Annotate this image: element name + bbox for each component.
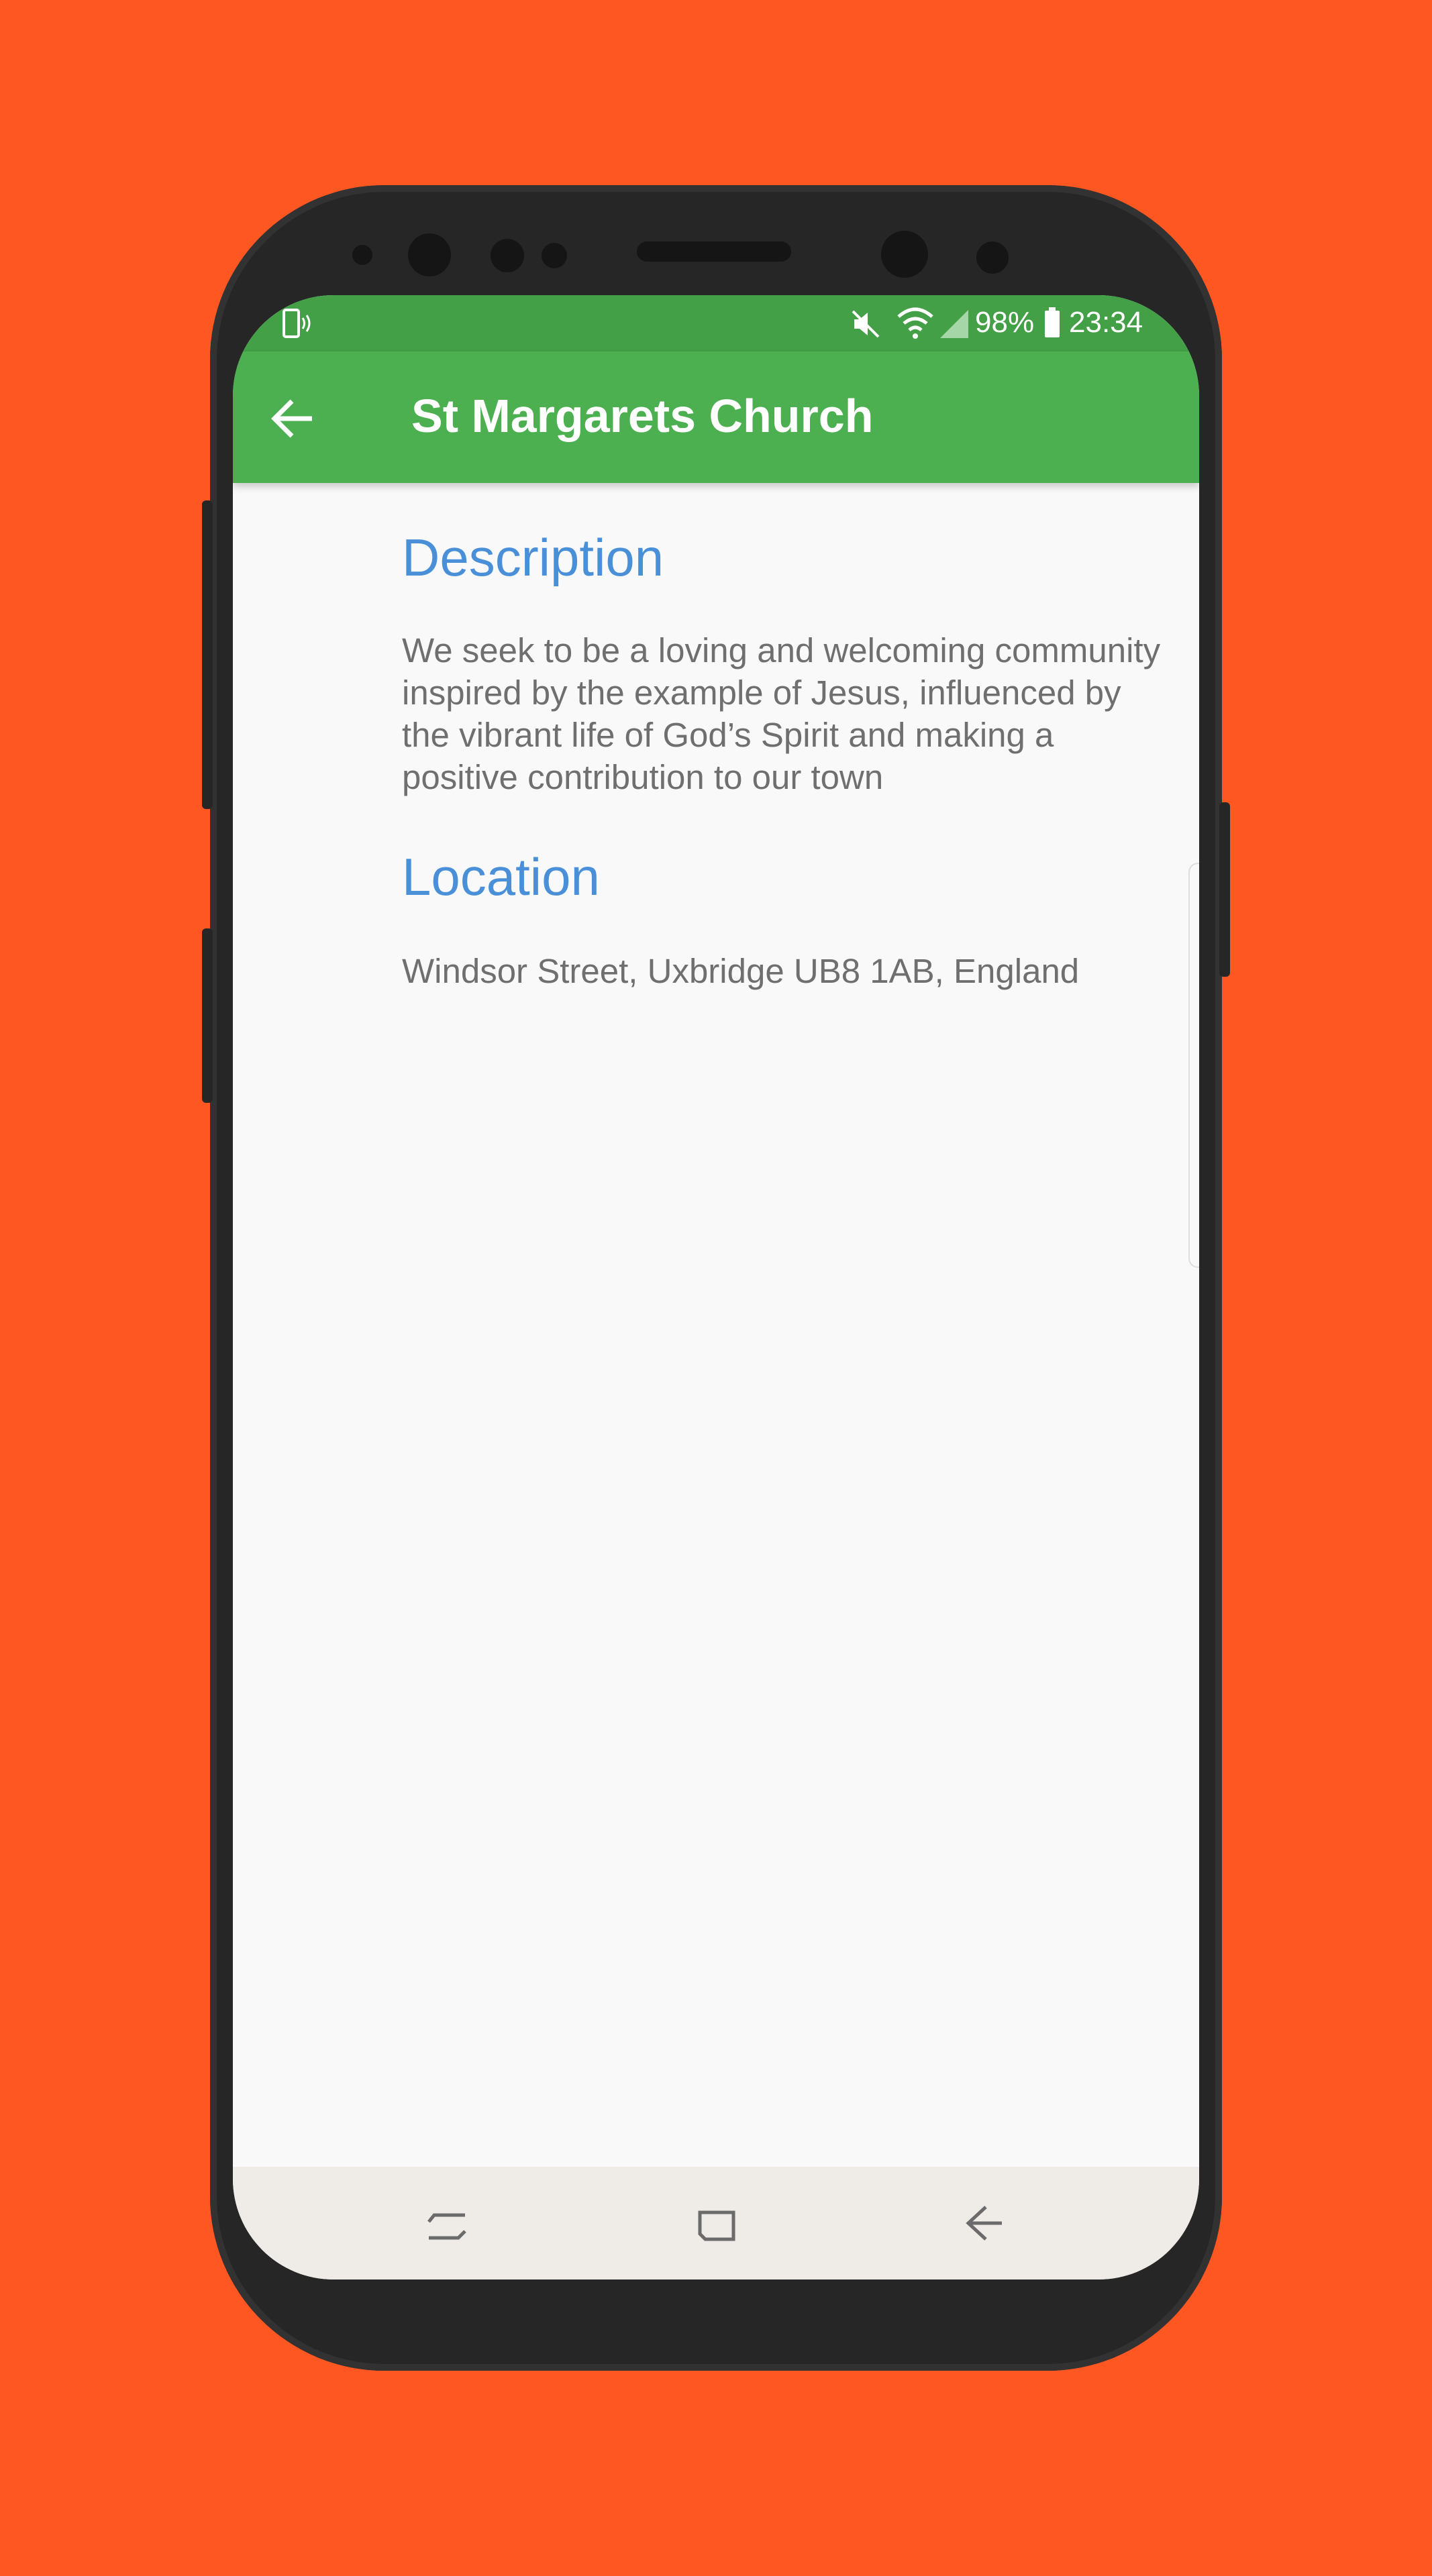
back-icon[interactable] — [958, 2196, 1011, 2250]
sensor-dot — [976, 241, 1009, 274]
power-button — [1219, 802, 1230, 977]
location-heading: Location — [402, 847, 600, 906]
signal-icon — [939, 309, 970, 339]
front-camera — [408, 233, 451, 276]
phone-vibrate-icon — [280, 307, 312, 339]
bixby-button — [202, 928, 213, 1103]
page-title: St Margarets Church — [411, 390, 874, 442]
sensor-dot — [542, 243, 567, 268]
home-icon[interactable] — [689, 2196, 743, 2250]
location-text[interactable]: Windsor Street, Uxbridge UB8 1AB, Englan… — [402, 950, 1174, 992]
screen: 98% 23:34 St Margarets Church Descriptio… — [233, 295, 1199, 2279]
battery-percent: 98% — [975, 306, 1035, 339]
recent-apps-icon[interactable] — [421, 2196, 474, 2250]
volume-button — [202, 500, 213, 809]
arrow-back-icon[interactable] — [265, 390, 321, 447]
navigation-bar — [233, 2167, 1199, 2279]
sensor-dot — [491, 239, 524, 272]
edge-panel-handle[interactable] — [1188, 863, 1199, 1268]
app-bar: St Margarets Church — [233, 352, 1199, 483]
phone-frame: 98% 23:34 St Margarets Church Descriptio… — [202, 185, 1230, 2371]
earpiece-speaker — [637, 241, 791, 262]
description-heading: Description — [402, 528, 664, 587]
battery-icon — [1043, 307, 1061, 338]
mute-icon — [850, 309, 881, 339]
description-text: We seek to be a loving and welcoming com… — [402, 631, 1161, 796]
wifi-icon — [896, 306, 935, 341]
iris-camera — [881, 231, 928, 278]
sensor-dot — [352, 245, 372, 265]
status-bar: 98% 23:34 — [233, 295, 1199, 352]
clock: 23:34 — [1069, 306, 1143, 339]
